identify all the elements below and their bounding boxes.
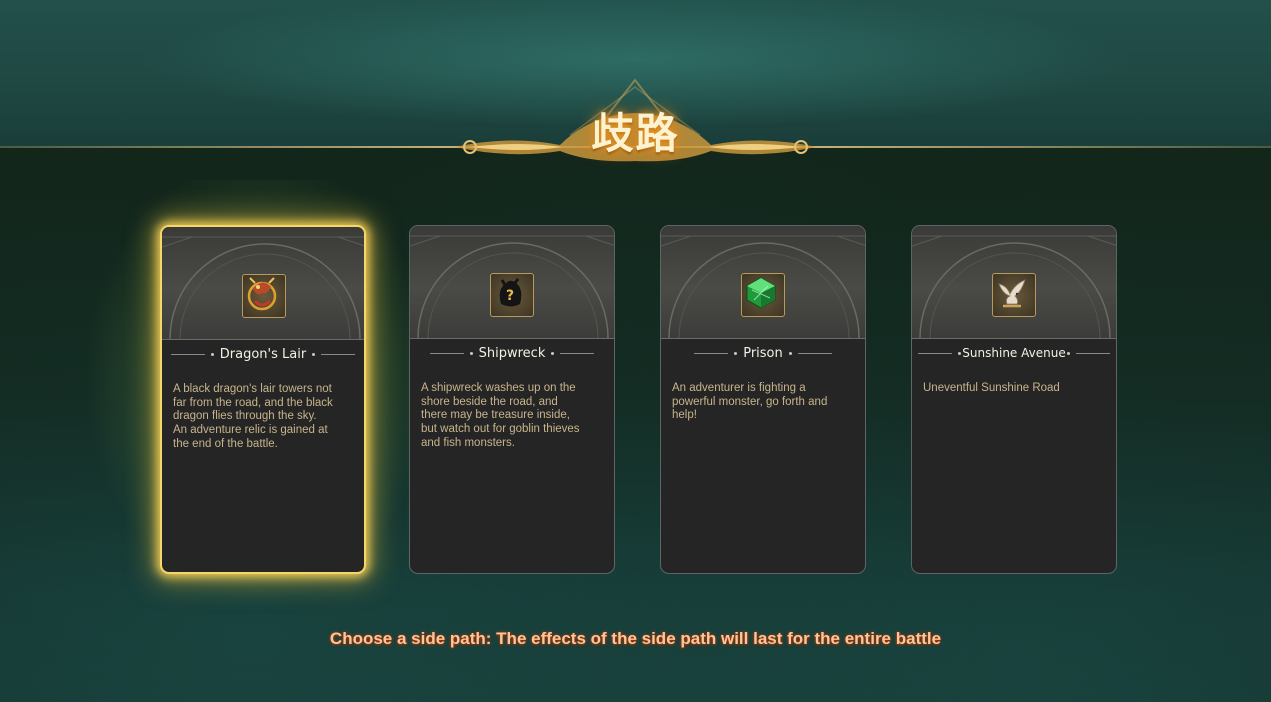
card-title: Dragon's Lair (219, 346, 307, 362)
card-description: Uneventful Sunshine Road (923, 382, 1060, 394)
mystery-bag-icon: ? (490, 273, 534, 317)
card-title: Sunshine Avenue (962, 346, 1066, 360)
card-title: Prison (743, 345, 783, 361)
screen-title: 歧路 (591, 109, 680, 158)
card-title-row: Dragon's Lair (162, 344, 364, 364)
card-description: A shipwreck washes up on the shore besid… (421, 382, 580, 449)
card-description: A black dragon's lair towers not far fro… (173, 383, 333, 450)
svg-text:?: ? (506, 288, 514, 304)
card-title: Shipwreck (478, 345, 546, 361)
dragon-icon (242, 274, 286, 318)
card-description: An adventurer is fighting a powerful mon… (672, 382, 828, 422)
side-path-hint: Choose a side path: The effects of the s… (329, 629, 942, 648)
card-header-art (912, 226, 1116, 339)
path-card-prison[interactable]: Prison An adventurer is fighting a power… (660, 225, 866, 574)
path-card-dragons-lair[interactable]: Dragon's Lair A black dragon's lair towe… (160, 225, 366, 574)
card-title-row: Prison (661, 343, 865, 363)
card-title-row: Sunshine Avenue (912, 343, 1116, 363)
card-header-art (162, 227, 364, 340)
green-gem-icon (741, 273, 785, 317)
card-header-art: ? (410, 226, 614, 339)
dove-icon (992, 273, 1036, 317)
card-header-art (661, 226, 865, 339)
path-card-sunshine-avenue[interactable]: Sunshine Avenue Uneventful Sunshine Road (911, 225, 1117, 574)
path-card-shipwreck[interactable]: ? Shipwreck A shipwreck washes up on the… (409, 225, 615, 574)
card-title-row: Shipwreck (410, 343, 614, 363)
